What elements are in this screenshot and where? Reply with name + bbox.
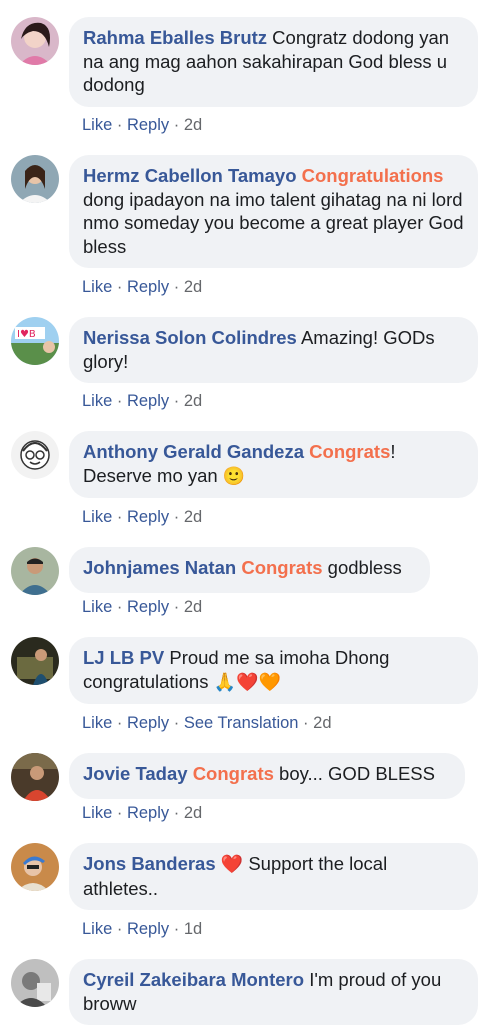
comment-actions: Like · Reply · 2d [82,598,203,616]
avatar[interactable] [11,753,59,801]
avatar[interactable] [11,843,59,891]
reply-link[interactable]: Reply [127,804,169,822]
comment-bubble: Nerissa Solon Colindres Amazing! GODs gl… [69,317,478,383]
timestamp[interactable]: 2d [184,598,202,616]
comment-author[interactable]: Jovie Taday [83,763,188,784]
reply-link[interactable]: Reply [127,714,169,732]
comment-text: godbless [327,557,402,578]
highlight-word[interactable]: Congratulations [302,165,444,186]
comment-author[interactable]: Anthony Gerald Gandeza [83,441,304,462]
comment-bubble: Jons Banderas ❤️ Support the local athle… [69,843,478,910]
like-link[interactable]: Like [82,508,112,526]
comment-author[interactable]: Cyreil Zakeibara Montero [83,969,304,990]
comment-punct: ! [390,441,396,462]
timestamp[interactable]: 2d [184,278,202,296]
reply-link[interactable]: Reply [127,278,169,296]
reply-link[interactable]: Reply [127,508,169,526]
comment-author[interactable]: LJ LB PV [83,647,164,668]
avatar[interactable] [11,547,59,595]
comment-bubble: LJ LB PV Proud me sa imoha Dhong congrat… [69,637,478,704]
comment-author[interactable]: Nerissa Solon Colindres [83,327,297,348]
avatar[interactable] [11,17,59,65]
comment-text: boy... GOD BLESS [279,763,435,784]
timestamp[interactable]: 2d [313,714,331,732]
timestamp[interactable]: 2d [184,508,202,526]
comment-bubble: Hermz Cabellon Tamayo Congratulations do… [69,155,478,268]
comment-text: dong ipadayon na imo talent gihatag na n… [83,188,464,257]
comment-author[interactable]: Rahma Eballes Brutz [83,27,267,48]
comment-bubble: Johnjames Natan Congrats godbless [69,547,430,593]
avatar[interactable] [11,431,59,479]
avatar[interactable] [11,155,59,203]
comment-text: Deserve mo yan [83,464,218,486]
heart-emoji-icon: ❤️ [220,854,244,874]
like-link[interactable]: Like [82,714,112,732]
reply-link[interactable]: Reply [127,598,169,616]
highlight-word[interactable]: Congrats [309,441,390,462]
timestamp[interactable]: 1d [184,920,202,938]
like-link[interactable]: Like [82,598,112,616]
timestamp[interactable]: 2d [184,804,202,822]
avatar[interactable] [11,959,59,1007]
highlight-word[interactable]: Congrats [241,557,322,578]
comment-actions: Like · Reply · 1d [82,920,203,938]
comment-actions: Like · Reply · See Translation · 2d [82,714,332,732]
avatar[interactable]: I♥B [11,317,59,365]
like-link[interactable]: Like [82,920,112,938]
see-translation-link[interactable]: See Translation [184,714,299,732]
like-link[interactable]: Like [82,116,112,134]
comment-author[interactable]: Hermz Cabellon Tamayo [83,165,297,186]
comment-author[interactable]: Jons Banderas [83,853,216,874]
comment-actions: Like · Reply · 2d [82,804,203,822]
timestamp[interactable]: 2d [184,116,202,134]
reply-link[interactable]: Reply [127,920,169,938]
comment-actions: Like · Reply · 2d [82,508,203,526]
like-link[interactable]: Like [82,278,112,296]
comment-bubble: Jovie Taday Congrats boy... GOD BLESS [69,753,465,799]
comment-actions: Like · Reply · 2d [82,116,203,134]
svg-text:I♥B: I♥B [17,329,36,340]
avatar[interactable] [11,637,59,685]
like-link[interactable]: Like [82,804,112,822]
comment-actions: Like · Reply · 2d [82,278,203,296]
timestamp[interactable]: 2d [184,392,202,410]
comment-bubble: Cyreil Zakeibara Montero I'm proud of yo… [69,959,478,1025]
like-link[interactable]: Like [82,392,112,410]
reply-link[interactable]: Reply [127,116,169,134]
comment-author[interactable]: Johnjames Natan [83,557,236,578]
comment-actions: Like · Reply · 2d [82,392,203,410]
highlight-word[interactable]: Congrats [193,763,274,784]
pray-heart-emoji-icon: 🙏❤️🧡 [213,671,281,692]
comment-bubble: Rahma Eballes Brutz Congratz dodong yan … [69,17,478,107]
smile-emoji-icon: 🙂 [222,465,246,486]
reply-link[interactable]: Reply [127,392,169,410]
comment-bubble: Anthony Gerald Gandeza Congrats! Deserve… [69,431,478,498]
